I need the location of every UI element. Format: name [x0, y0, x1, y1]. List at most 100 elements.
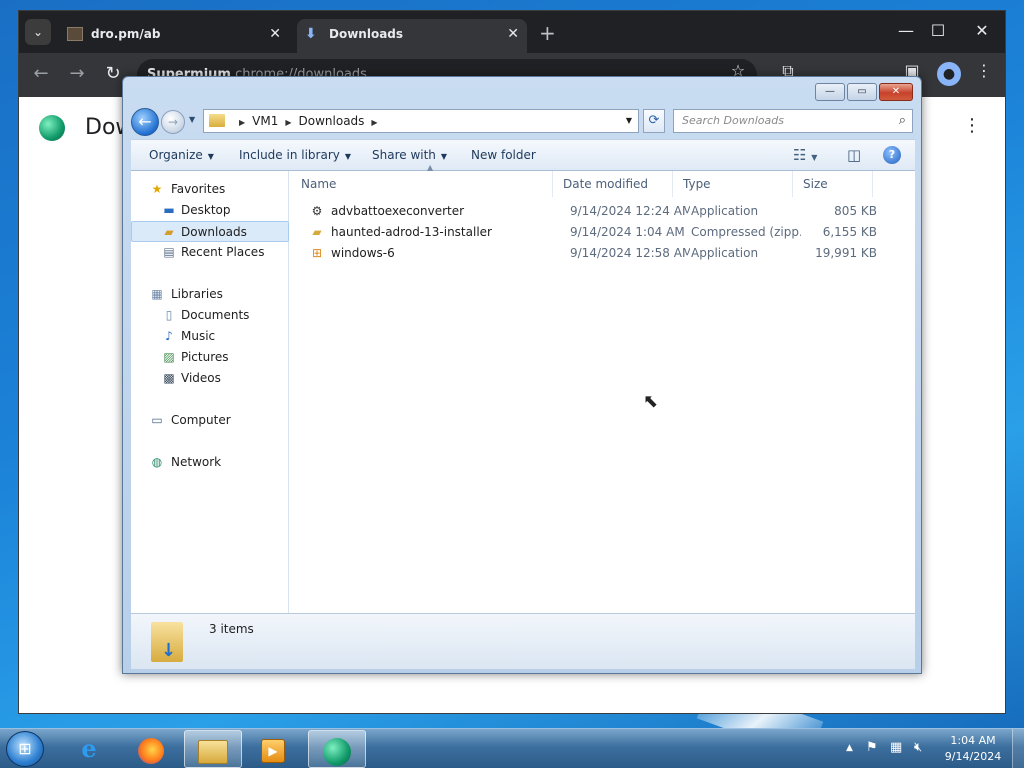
- minimize-button[interactable]: —: [891, 21, 921, 40]
- folder-icon: [198, 739, 228, 764]
- file-type: Compressed (zipp...: [691, 225, 801, 239]
- explorer-body: ★ Favorites ▬ Desktop ▰ Downloads ▤ Rece…: [131, 163, 915, 613]
- recent-pages-dropdown-icon[interactable]: ▼: [189, 115, 195, 124]
- view-options-icon[interactable]: ☷ ▼: [793, 145, 817, 168]
- tab-downloads[interactable]: ⬇ Downloads ✕: [297, 19, 527, 53]
- tab-dro-pm[interactable]: dro.pm/ab ✕: [59, 19, 289, 53]
- search-icon[interactable]: ⌕: [899, 110, 906, 132]
- chrome-menu-icon[interactable]: ⋮: [971, 61, 997, 80]
- nav-label: Network: [171, 455, 222, 469]
- breadcrumb-separator-icon[interactable]: ▶: [285, 118, 291, 127]
- organize-button[interactable]: Organize ▼: [149, 140, 214, 172]
- breadcrumb-vm1[interactable]: VM1: [252, 114, 278, 128]
- explorer-minimize-button[interactable]: —: [815, 83, 845, 101]
- nav-label: Recent Places: [181, 245, 265, 259]
- downloads-folder-icon: ▰: [164, 225, 174, 239]
- file-name: advbattoexeconverter: [331, 204, 465, 218]
- close-window-button[interactable]: ✕: [967, 21, 997, 40]
- file-row[interactable]: ⚙ advbattoexeconverter 9/14/2024 12:24 A…: [291, 201, 901, 222]
- column-header-date-modified[interactable]: Date modified: [553, 171, 673, 197]
- profile-icon[interactable]: ●: [937, 62, 961, 86]
- nav-desktop[interactable]: ▬ Desktop: [131, 200, 289, 221]
- back-arrow-icon[interactable]: ←: [29, 63, 53, 84]
- file-type: Application: [691, 204, 759, 218]
- explorer-back-button[interactable]: ←: [131, 108, 159, 136]
- new-tab-button[interactable]: +: [539, 21, 556, 45]
- nav-documents[interactable]: ▯ Documents: [131, 305, 289, 326]
- taskbar-explorer[interactable]: [184, 730, 242, 768]
- nav-label: Favorites: [171, 182, 226, 196]
- taskbar-supermium[interactable]: [308, 730, 366, 768]
- preview-pane-icon[interactable]: ◫: [847, 145, 861, 165]
- explorer-forward-button[interactable]: →: [161, 110, 185, 134]
- nav-music[interactable]: ♪ Music: [131, 326, 289, 347]
- computer-icon: ▭: [151, 413, 163, 427]
- help-icon[interactable]: ?: [883, 146, 901, 164]
- share-with-button[interactable]: Share with ▼: [372, 140, 447, 172]
- start-button[interactable]: ⊞: [6, 731, 44, 767]
- network-icon: ◍: [151, 455, 163, 469]
- pictures-icon: ▨: [163, 350, 175, 364]
- system-clock[interactable]: 1:04 AM 9/14/2024: [940, 733, 1006, 765]
- nav-videos[interactable]: ▩ Videos: [131, 368, 289, 389]
- breadcrumb-separator-icon[interactable]: ▶: [239, 118, 245, 127]
- nav-pictures[interactable]: ▨ Pictures: [131, 347, 289, 368]
- file-name: haunted-adrod-13-installer: [331, 225, 492, 239]
- download-icon: ⬇: [305, 26, 317, 42]
- address-dropdown-icon[interactable]: ▼: [626, 110, 632, 132]
- nav-label: Videos: [181, 371, 221, 385]
- file-size: 6,155 KB: [822, 225, 877, 239]
- recent-places-icon: ▤: [163, 245, 175, 259]
- nav-downloads[interactable]: ▰ Downloads: [131, 221, 289, 242]
- explorer-address-bar[interactable]: ▶ VM1 ▶ Downloads ▶ ▼: [203, 109, 639, 133]
- nav-libraries[interactable]: ▦ Libraries: [131, 284, 289, 305]
- file-list-pane: ▲ Name Date modified Type Size ⚙ advbatt…: [291, 163, 915, 613]
- file-name: windows-6: [331, 246, 395, 260]
- page-favicon-icon: [67, 27, 83, 41]
- include-in-library-button[interactable]: Include in library ▼: [239, 140, 351, 172]
- breadcrumb-downloads[interactable]: Downloads: [299, 114, 365, 128]
- documents-icon: ▯: [165, 308, 173, 322]
- column-header-type[interactable]: Type: [673, 171, 793, 197]
- file-date: 9/14/2024 1:04 AM: [570, 225, 685, 239]
- organize-label: Organize: [149, 148, 203, 162]
- internet-explorer-icon: e: [81, 734, 97, 763]
- taskbar-internet-explorer[interactable]: e: [60, 730, 118, 768]
- taskbar: ⊞ e ▶ ▲ ⚑ ▦ 🔇︎ 1:04 AM 9/14/2024: [0, 728, 1024, 768]
- new-folder-button[interactable]: New folder: [471, 140, 536, 170]
- taskbar-firefox[interactable]: [122, 730, 180, 768]
- breadcrumb-separator-icon[interactable]: ▶: [371, 118, 377, 127]
- explorer-refresh-button[interactable]: ⟳: [643, 109, 665, 133]
- show-desktop-button[interactable]: [1012, 729, 1024, 768]
- navigation-pane: ★ Favorites ▬ Desktop ▰ Downloads ▤ Rece…: [131, 171, 289, 613]
- search-placeholder: Search Downloads: [682, 114, 784, 127]
- file-row[interactable]: ⊞ windows-6 9/14/2024 12:58 AM Applicati…: [291, 243, 901, 264]
- taskbar-media-player[interactable]: ▶: [244, 730, 302, 768]
- show-hidden-icons-icon[interactable]: ▲: [846, 739, 853, 757]
- more-options-icon[interactable]: ⋮: [963, 115, 981, 136]
- explorer-command-bar: Organize ▼ Include in library ▼ Share with…: [131, 139, 915, 171]
- clock-date: 9/14/2024: [944, 750, 1002, 763]
- volume-muted-icon[interactable]: 🔇︎: [914, 739, 922, 757]
- column-header-size[interactable]: Size: [793, 171, 873, 197]
- action-center-flag-icon[interactable]: ⚑: [866, 739, 878, 757]
- tab-close-icon[interactable]: ✕: [507, 19, 519, 49]
- nav-computer[interactable]: ▭ Computer: [131, 410, 289, 431]
- forward-arrow-icon[interactable]: →: [65, 63, 89, 84]
- nav-favorites[interactable]: ★ Favorites: [131, 179, 289, 200]
- nav-label: Music: [181, 329, 216, 343]
- network-tray-icon[interactable]: ▦: [890, 739, 902, 757]
- videos-icon: ▩: [163, 371, 175, 385]
- chevron-down-icon: ▼: [344, 152, 352, 161]
- maximize-button[interactable]: ☐: [923, 21, 953, 40]
- nav-network[interactable]: ◍ Network: [131, 452, 289, 473]
- column-header-name[interactable]: Name: [291, 171, 553, 197]
- mouse-cursor-icon: ⬉: [643, 391, 659, 412]
- explorer-search-input[interactable]: Search Downloads ⌕: [673, 109, 913, 133]
- explorer-close-button[interactable]: ✕: [879, 83, 913, 101]
- nav-recent-places[interactable]: ▤ Recent Places: [131, 242, 289, 263]
- explorer-maximize-button[interactable]: ▭: [847, 83, 877, 101]
- file-row[interactable]: ▰ haunted-adrod-13-installer 9/14/2024 1…: [291, 222, 901, 243]
- tab-search-button[interactable]: ⌄: [25, 19, 51, 45]
- tab-close-icon[interactable]: ✕: [269, 19, 281, 49]
